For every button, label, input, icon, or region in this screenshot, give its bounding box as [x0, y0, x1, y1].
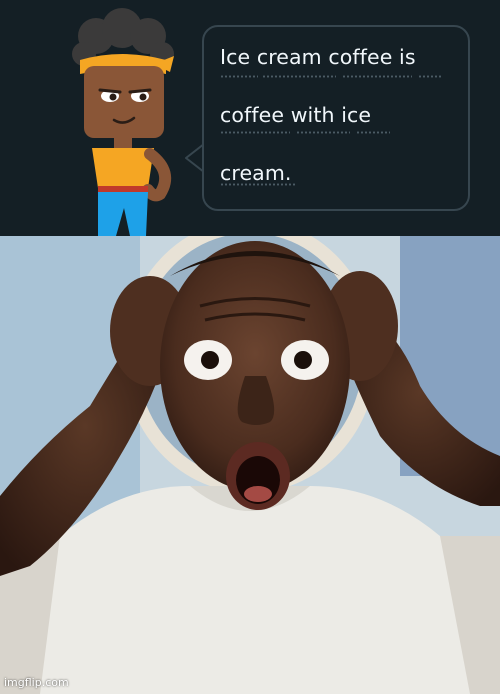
top-panel: Ice cream coffee is coffee with ice crea…	[0, 0, 500, 236]
word-underline	[220, 183, 296, 186]
cartoon-character	[72, 8, 174, 236]
word-underline	[342, 75, 412, 78]
word-underline	[296, 131, 350, 134]
speech-line-2: coffee with ice	[220, 103, 372, 127]
speech-line-1: Ice cream coffee is	[220, 45, 416, 69]
word-underline	[262, 75, 336, 78]
speech-bubble-text: Ice cream coffee is coffee with ice crea…	[220, 40, 460, 190]
word-underline	[356, 131, 390, 134]
imgflip-watermark: imgflip.com	[4, 676, 69, 689]
character-face	[84, 66, 164, 138]
bottom-panel-photo	[0, 236, 500, 694]
shocked-man-image	[0, 236, 500, 694]
character-jeans	[98, 192, 148, 236]
word-underline	[220, 131, 290, 134]
white-shirt	[40, 486, 470, 694]
word-underline	[220, 75, 258, 78]
word-underline	[418, 75, 442, 78]
